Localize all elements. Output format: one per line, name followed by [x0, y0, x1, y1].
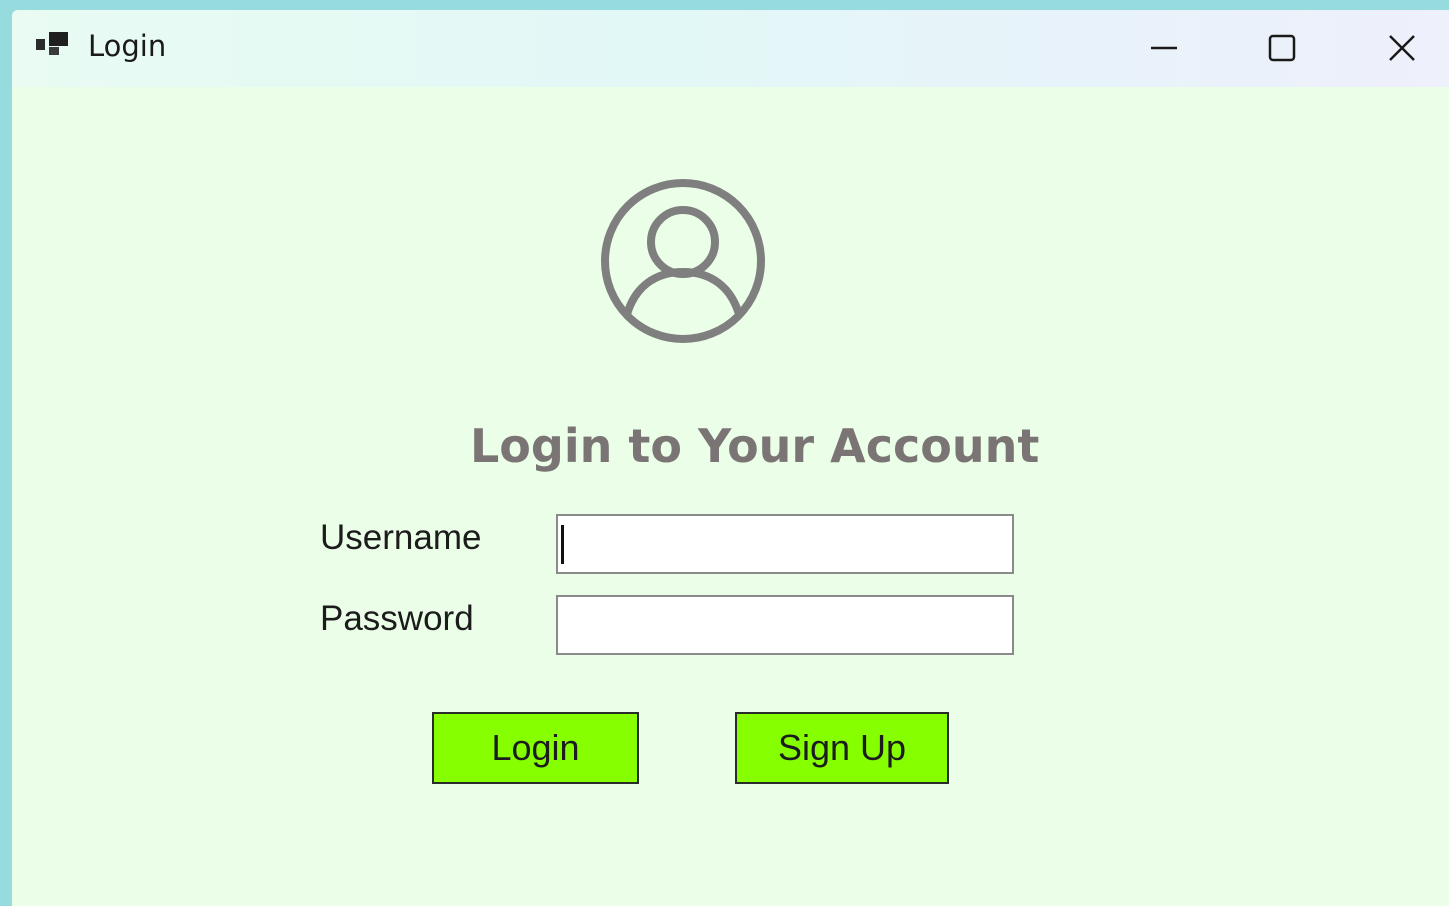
maximize-button[interactable] [1252, 18, 1312, 78]
form-heading: Login to Your Account [470, 419, 1040, 473]
login-button[interactable]: Login [432, 712, 639, 784]
login-window: Login Login to Your Account Username Pas… [12, 10, 1449, 906]
sign-up-button[interactable]: Sign Up [735, 712, 949, 784]
window-title: Login [88, 29, 167, 63]
close-button[interactable] [1372, 18, 1432, 78]
text-caret [561, 525, 564, 564]
minimize-icon [1151, 46, 1177, 50]
app-icon [36, 32, 68, 55]
username-input[interactable] [556, 514, 1014, 574]
minimize-button[interactable] [1134, 18, 1194, 78]
user-circle-icon [601, 179, 765, 343]
title-bar[interactable]: Login [12, 10, 1449, 87]
username-label: Username [320, 518, 482, 557]
close-icon [1389, 35, 1415, 61]
maximize-icon [1268, 34, 1296, 62]
password-label: Password [320, 599, 474, 638]
password-input[interactable] [556, 595, 1014, 655]
